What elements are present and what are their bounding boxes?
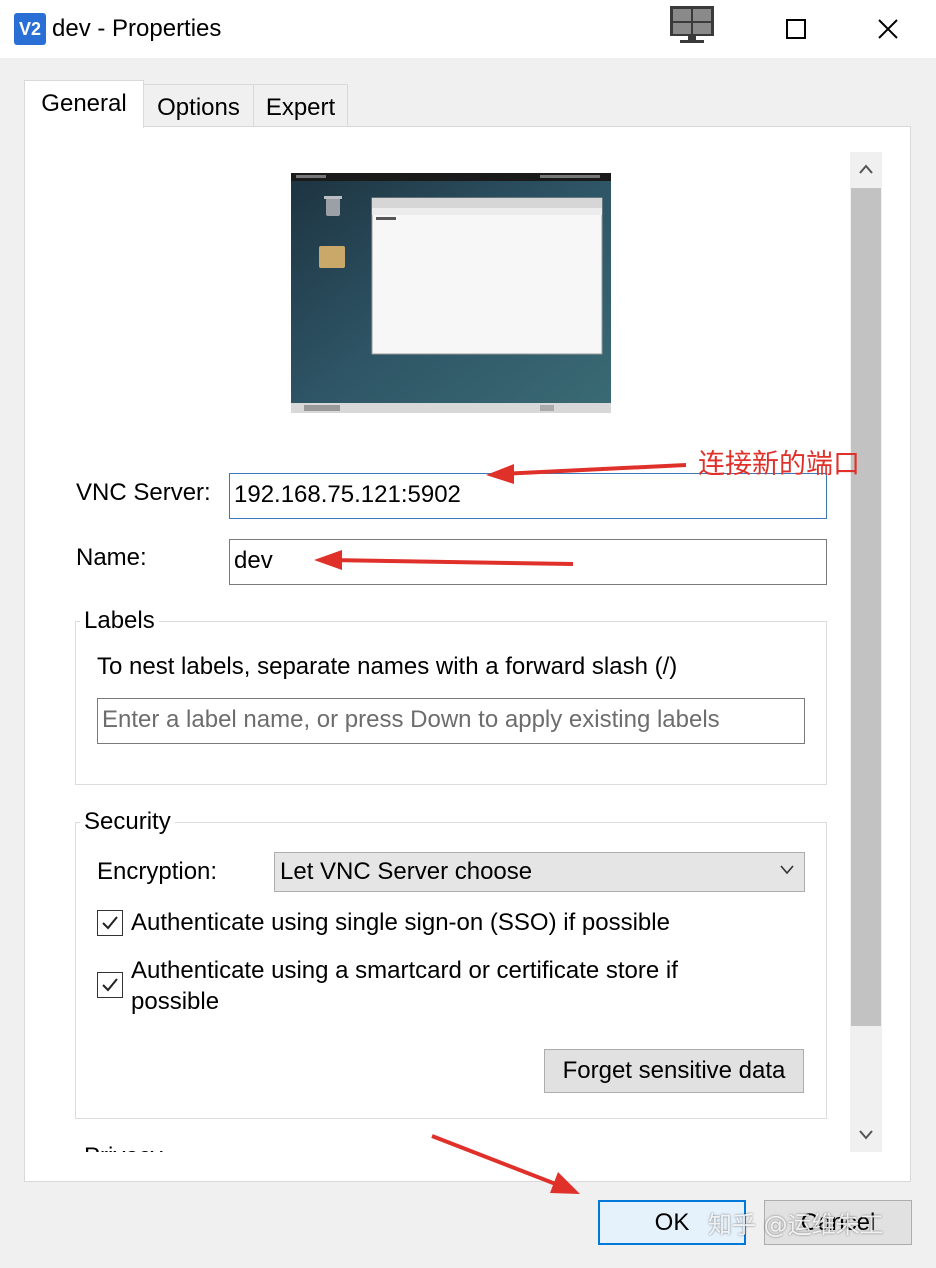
watermark: 知乎 @运维朱工	[708, 1211, 884, 1239]
chevron-down-icon	[780, 865, 794, 875]
checkmark-icon	[102, 978, 118, 992]
tab-expert[interactable]: Expert	[254, 84, 348, 130]
window-title: dev - Properties	[52, 15, 222, 42]
encryption-label: Encryption:	[97, 858, 218, 885]
title-bar: V2 dev - Properties	[0, 0, 936, 58]
vnc-viewer-app-icon: V2	[14, 13, 46, 45]
name-input[interactable]: dev	[229, 539, 827, 585]
monitor-icon[interactable]	[668, 4, 716, 44]
smartcard-checkbox-label[interactable]: Authenticate using a smartcard or certif…	[131, 955, 771, 1017]
sso-checkbox-label[interactable]: Authenticate using single sign-on (SSO) …	[131, 907, 670, 939]
maximize-button[interactable]	[750, 0, 842, 58]
security-group-title: Security	[80, 807, 175, 837]
vertical-scrollbar[interactable]	[850, 152, 882, 1152]
close-icon	[878, 19, 898, 39]
privacy-group-title: Privacy	[84, 1142, 163, 1152]
label-name-input[interactable]: Enter a label name, or press Down to app…	[97, 698, 805, 744]
close-button[interactable]	[842, 0, 934, 58]
vnc-server-label: VNC Server:	[76, 479, 211, 506]
chevron-down-icon	[859, 1130, 873, 1140]
chevron-up-icon	[859, 164, 873, 174]
maximize-icon	[786, 19, 806, 39]
desktop-preview-thumbnail	[291, 173, 611, 413]
labels-group-title: Labels	[80, 606, 159, 636]
encryption-select-value: Let VNC Server choose	[280, 858, 533, 885]
scroll-up-button[interactable]	[850, 152, 882, 186]
scroll-down-button[interactable]	[850, 1118, 882, 1152]
tab-general[interactable]: General	[24, 80, 144, 128]
annotation-note: 连接新的端口	[698, 449, 860, 480]
privacy-group-title-clipped: Privacy	[80, 1138, 200, 1152]
smartcard-checkbox[interactable]	[97, 972, 123, 998]
scroll-thumb[interactable]	[851, 188, 881, 1026]
forget-sensitive-data-button[interactable]: Forget sensitive data	[544, 1049, 804, 1093]
labels-hint: To nest labels, separate names with a fo…	[97, 653, 678, 680]
sso-checkbox[interactable]	[97, 910, 123, 936]
checkmark-icon	[102, 916, 118, 930]
tab-options[interactable]: Options	[144, 84, 254, 130]
encryption-select[interactable]: Let VNC Server choose	[274, 852, 805, 892]
name-label: Name:	[76, 544, 147, 571]
